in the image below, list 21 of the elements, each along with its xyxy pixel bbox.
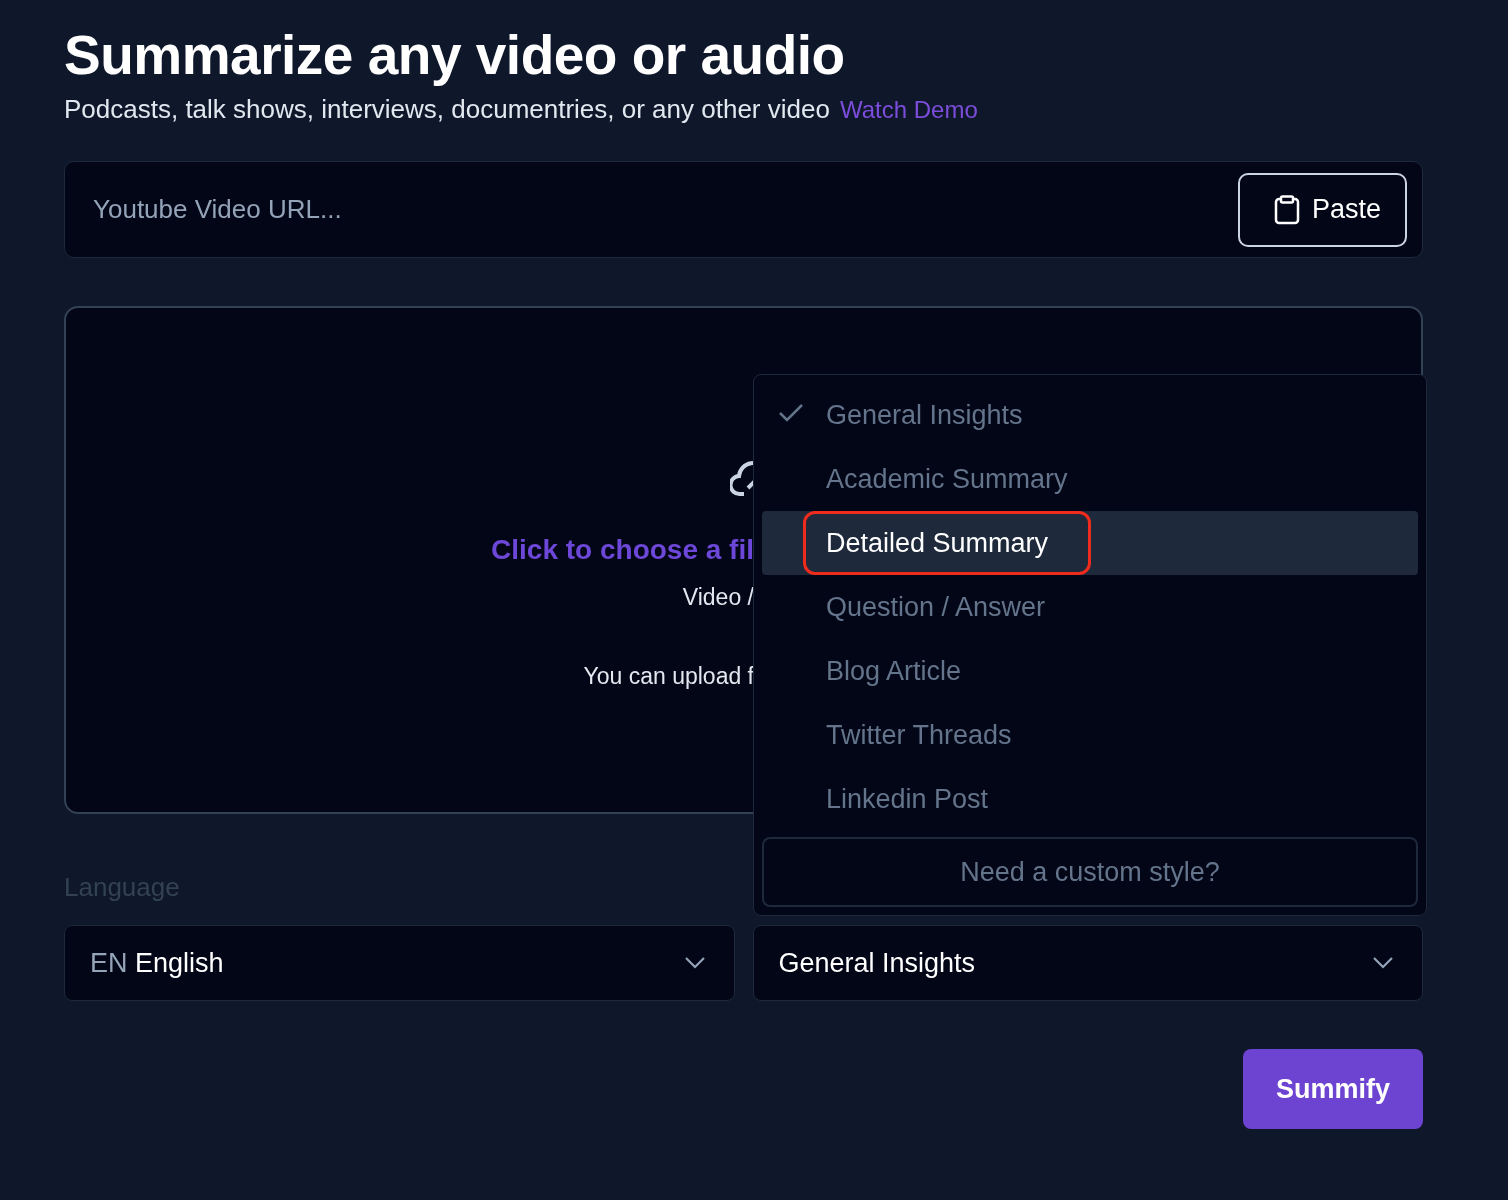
file-types-text: Video / (682, 584, 754, 611)
menu-item[interactable]: Blog Article (762, 639, 1418, 703)
menu-item[interactable]: Detailed Summary (762, 511, 1418, 575)
summify-button[interactable]: Summify (1243, 1049, 1423, 1129)
watch-demo-link[interactable]: Watch Demo (839, 96, 978, 124)
clipboard-icon (1273, 194, 1300, 225)
paste-button[interactable]: Paste (1237, 172, 1407, 247)
style-select[interactable]: General Insights (752, 925, 1423, 1001)
menu-item[interactable]: Linkedin Post (762, 767, 1418, 831)
menu-item[interactable]: Twitter Threads (762, 703, 1418, 767)
subtitle: Podcasts, talk shows, interviews, documentries, or any other video (64, 94, 830, 125)
choose-file-link[interactable]: Click to choose a fil (491, 534, 754, 566)
menu-item[interactable]: Academic Summary (762, 447, 1418, 511)
page-title: Summarize any video or audio (64, 23, 846, 88)
language-select[interactable]: EN English (64, 925, 735, 1001)
menu-item[interactable]: General Insights (762, 383, 1418, 447)
menu-item[interactable]: Question / Answer (762, 575, 1418, 639)
custom-style-button[interactable]: Need a custom style? (762, 837, 1418, 907)
chevron-down-icon (683, 956, 706, 970)
url-field[interactable]: Youtube Video URL... Paste (64, 161, 1423, 258)
chevron-down-icon (1372, 956, 1394, 970)
